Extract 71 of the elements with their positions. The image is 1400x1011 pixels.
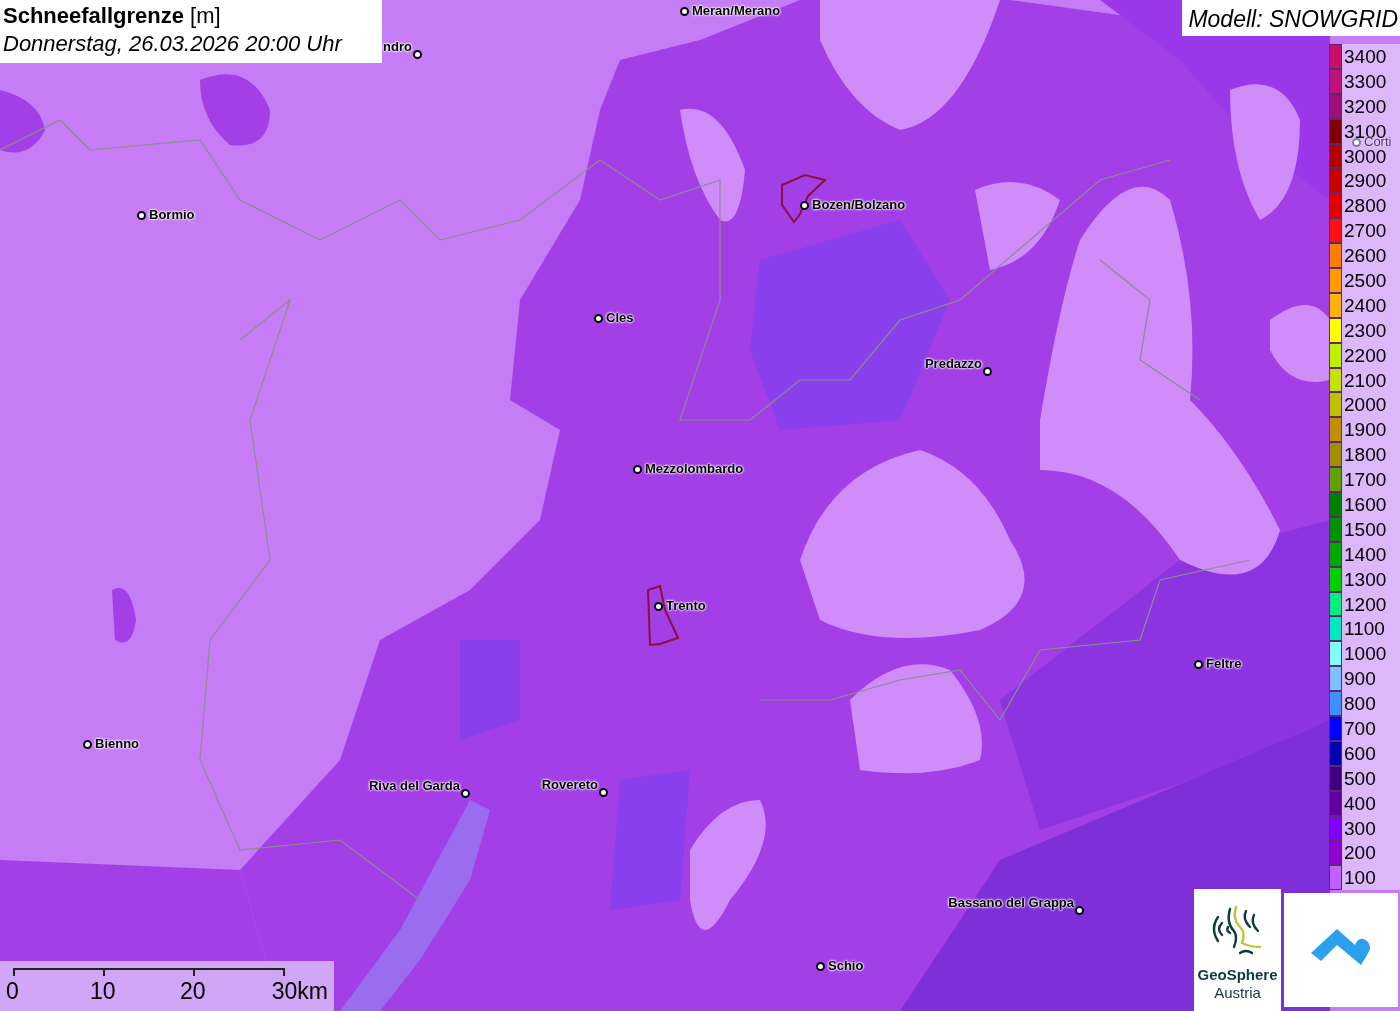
legend-label: 2700 [1344, 221, 1387, 241]
city-label: Meran/Merano [692, 4, 781, 17]
city-label: Trento [666, 599, 706, 612]
city-marker-icon [461, 789, 470, 798]
city-label: Rovereto [541, 778, 598, 791]
legend-label: 2000 [1344, 395, 1387, 415]
city-marker-icon [1075, 906, 1084, 915]
legend-label: 3300 [1344, 71, 1387, 91]
legend-label: 500 [1344, 768, 1376, 788]
legend-label: 1500 [1344, 519, 1387, 539]
scale-label: 20 [180, 980, 206, 1003]
city-marker-icon [654, 602, 663, 611]
legend-label: 2500 [1344, 270, 1387, 290]
city-label: Riva del Garda [368, 779, 460, 792]
scale-bar-icon [12, 967, 286, 977]
city-marker-icon [800, 201, 809, 210]
legend-label: 200 [1344, 843, 1376, 863]
forecast-datetime: Donnerstag, 26.03.2026 20:00 Uhr [3, 30, 344, 58]
legend-label: 1800 [1344, 445, 1387, 465]
legend-label: 700 [1344, 719, 1376, 738]
legend-label: 2200 [1344, 345, 1387, 365]
city-marker-icon [633, 465, 642, 474]
logo-subtitle: Austria [1214, 985, 1261, 1000]
legend-label: 1100 [1344, 619, 1385, 639]
city-label: ndro [383, 40, 412, 53]
legend-label: 900 [1344, 669, 1376, 689]
city-label: Bassano del Grappa [948, 896, 1074, 909]
city-label: Predazzo [924, 357, 982, 370]
city-marker-icon [594, 314, 603, 323]
logo-name: GeoSphere [1197, 967, 1278, 982]
city-marker-icon [413, 50, 422, 59]
map-title: Schneefallgrenze [m] [3, 2, 222, 30]
legend-label: 1600 [1344, 494, 1387, 514]
scale-label: 10 [90, 980, 116, 1003]
legend-label: 1900 [1344, 420, 1387, 440]
legend-label: 2300 [1344, 320, 1387, 340]
legend-label: 800 [1344, 694, 1376, 714]
legend-label: 300 [1344, 818, 1376, 838]
city-label: Feltre [1206, 657, 1242, 670]
legend-label: 1300 [1344, 569, 1387, 589]
legend-label: 3200 [1344, 96, 1387, 116]
city-label: Schio [828, 959, 864, 972]
legend-label: 2600 [1344, 246, 1387, 266]
city-marker-icon [680, 7, 689, 16]
legend-label: 2400 [1344, 295, 1387, 315]
city-marker-icon [137, 211, 146, 220]
legend-label: 3400 [1344, 46, 1387, 66]
city-marker-icon [83, 740, 92, 749]
legend-label: 100 [1344, 868, 1376, 888]
legend-label: 1700 [1344, 470, 1387, 490]
legend-label: 600 [1344, 743, 1376, 763]
city-marker-icon [1194, 660, 1203, 669]
legend-label: 2100 [1344, 370, 1387, 390]
legend-label: 400 [1344, 793, 1376, 813]
legend-label: 1200 [1344, 594, 1387, 614]
city-label: Bormio [149, 208, 195, 221]
model-label: Modell: SNOWGRID [1182, 0, 1400, 36]
scale-label: 30km [271, 980, 328, 1003]
scale-label: 0 [6, 980, 19, 1003]
city-marker-icon [599, 788, 608, 797]
city-label: Bienno [95, 737, 140, 750]
legend-label: 1400 [1344, 544, 1387, 564]
city-label: Mezzolombardo [645, 462, 744, 475]
city-marker-icon [816, 962, 825, 971]
legend-label: 2800 [1344, 196, 1387, 216]
legend-label: 1000 [1344, 644, 1387, 664]
city-label: Cles [606, 311, 634, 324]
city-label: Bozen/Bolzano [812, 198, 906, 211]
legend-label: 3000 [1344, 146, 1387, 166]
city-marker-icon [983, 367, 992, 376]
legend-label: 2900 [1344, 171, 1387, 191]
